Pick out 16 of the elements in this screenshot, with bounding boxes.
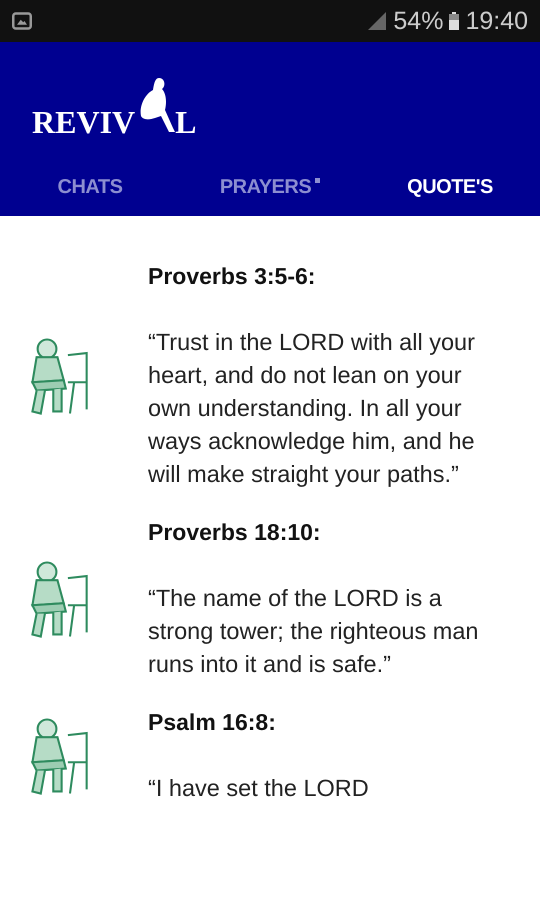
battery-percent: 54% — [393, 6, 444, 36]
signal-icon — [367, 11, 388, 31]
tab[interactable]: PRAYERS — [220, 176, 312, 198]
quote-text: “Trust in the LORD with all your heart, and do not lean on your own understanding. In all your ways acknowledge him, and he will make straight your paths.” — [148, 328, 476, 489]
quote-text: “The name of the LORD is a strong tower; the righteous man runs into it and is safe.” — [148, 584, 480, 679]
clock: 19:40 — [465, 6, 528, 36]
logo-text: REVIV — [32, 106, 136, 138]
battery-icon — [449, 12, 460, 30]
logo-text: L — [175, 106, 196, 138]
quote-text: “I have set the LORD — [148, 774, 370, 803]
gallery-icon — [12, 11, 32, 31]
tab[interactable]: QUOTE'S — [407, 176, 493, 198]
verse-reference: Psalm 16:8: — [148, 708, 277, 737]
verse-reference: Proverbs 3:5-6: — [148, 262, 316, 291]
tab[interactable]: CHATS — [58, 176, 122, 198]
verse-reference: Proverbs 18:10: — [148, 518, 322, 547]
